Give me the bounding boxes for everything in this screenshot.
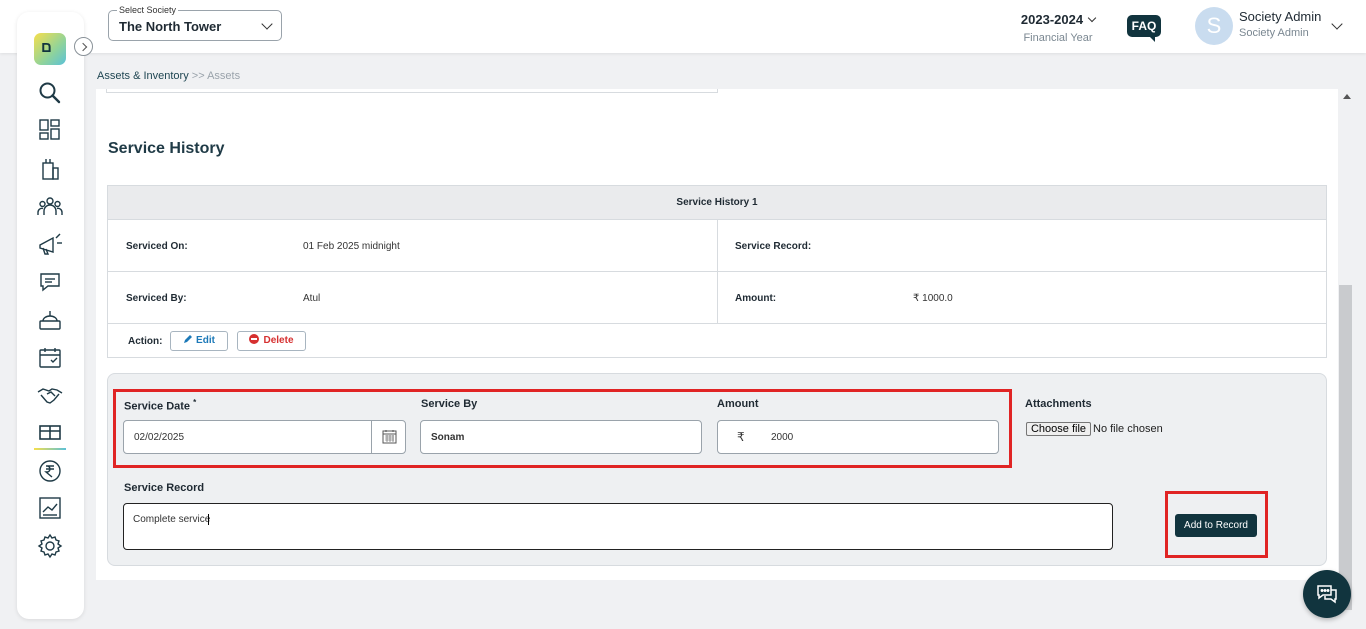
chevron-down-icon [261,18,273,30]
minus-circle-icon [249,334,260,344]
choose-file-button[interactable]: Choose file [1026,422,1091,436]
table-header: Service History 1 [108,186,1326,220]
user-name: Society Admin [1239,9,1322,24]
delete-button[interactable]: Delete [237,331,306,351]
dashboard-icon[interactable] [37,117,63,143]
scrollbar-thumb[interactable] [1339,285,1352,610]
edit-button-label: Edit [196,335,215,346]
service-history-table: Service History 1 Serviced On: 01 Feb 20… [107,185,1327,358]
sidebar: ם [17,12,93,619]
previous-section-edge [106,89,718,93]
financial-year-selector[interactable]: 2023-2024 Financial Year [1012,12,1104,44]
service-record-field-label: Service Record [124,482,205,494]
rupee-icon[interactable] [37,458,63,484]
user-menu[interactable]: Society Admin Society Admin [1239,9,1321,39]
no-file-text: No file chosen [1093,423,1163,435]
chat-icon[interactable] [37,269,63,295]
serviced-by-label: Serviced By: [126,293,187,304]
amount-value: ₹ 1000.0 [913,293,953,304]
service-record-textarea[interactable]: Complete service [123,503,1113,550]
breadcrumb-separator: >> [188,70,208,82]
settings-icon[interactable] [37,533,63,559]
attachments-label: Attachments [1025,398,1092,410]
reports-icon[interactable] [37,495,63,521]
society-select[interactable]: Select Society The North Tower [108,5,282,41]
chevron-down-icon [1087,13,1097,23]
top-header: Select Society The North Tower 2023-2024… [0,0,1366,53]
announcement-icon[interactable] [37,231,63,257]
calendar-icon[interactable] [37,345,63,371]
facility-icon[interactable] [37,307,63,333]
support-chat-button[interactable] [1303,570,1351,618]
service-record-text: Complete service [133,514,211,525]
service-record-label: Service Record: [735,241,812,252]
society-select-label: Select Society [117,5,179,15]
highlight-box-button [1165,491,1268,558]
society-select-value: The North Tower [119,19,222,34]
serviced-on-label: Serviced On: [126,241,188,252]
avatar[interactable]: S [1195,7,1233,45]
faq-button[interactable]: FAQ [1127,15,1161,42]
chevron-down-icon[interactable] [1331,18,1343,30]
assets-icon[interactable] [34,419,66,450]
section-title: Service History [108,140,225,157]
divider [717,272,718,324]
breadcrumb-parent[interactable]: Assets & Inventory [97,70,189,82]
serviced-by-value: Atul [303,293,321,304]
delete-button-label: Delete [263,335,294,346]
chat-bubbles-icon [1317,585,1337,604]
breadcrumb-current: Assets [207,70,241,82]
financial-year-value: 2023-2024 [1020,12,1084,27]
serviced-on-value: 01 Feb 2025 midnight [303,241,400,252]
pencil-icon [184,335,193,343]
search-icon[interactable] [37,80,63,106]
table-row: Serviced On: 01 Feb 2025 midnight Servic… [108,220,1326,272]
action-label: Action: [128,336,163,347]
handshake-icon[interactable] [37,382,63,408]
highlight-box-fields [113,389,1012,468]
edit-button[interactable]: Edit [170,331,228,351]
table-row: Serviced By: Atul Amount: ₹ 1000.0 [108,272,1326,324]
app-logo[interactable]: ם [34,33,66,65]
financial-year-label: Financial Year [1023,32,1093,44]
divider [717,220,718,272]
user-role: Society Admin [1239,27,1309,39]
building-icon[interactable] [37,156,63,182]
sidebar-collapse-button[interactable] [74,37,93,56]
breadcrumb: Assets & Inventory >> Assets [97,70,240,82]
amount-label: Amount: [735,293,777,304]
members-icon[interactable] [37,193,63,219]
scroll-up-icon[interactable] [1343,94,1351,99]
text-cursor [208,514,209,525]
